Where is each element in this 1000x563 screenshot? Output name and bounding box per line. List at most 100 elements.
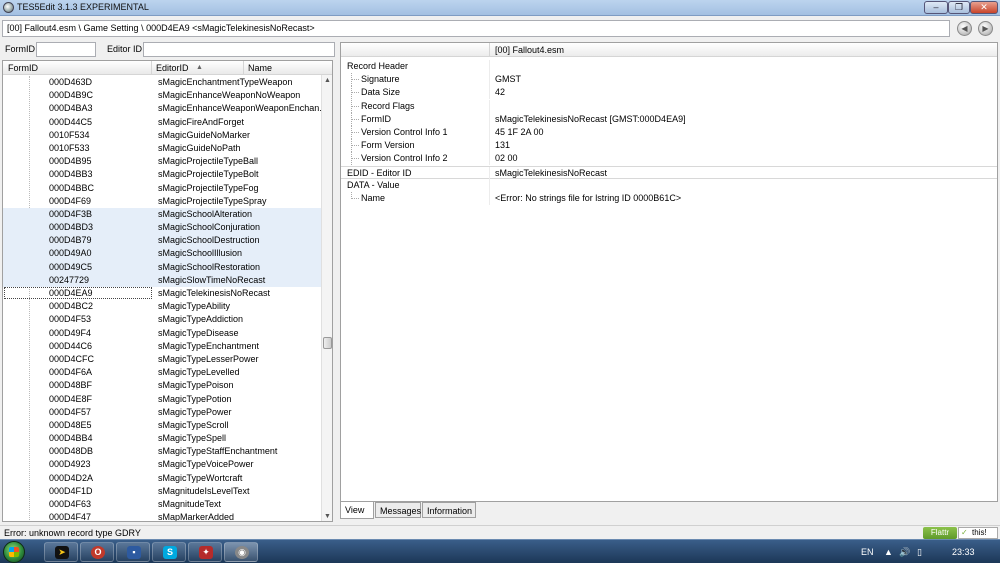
tree-row[interactable]: 000D44C6 sMagicTypeEnchantment bbox=[3, 340, 321, 353]
tray-arrow-icon[interactable]: ▲ bbox=[884, 547, 893, 557]
view-row[interactable]: FormID sMagicTelekinesisNoRecast [GMST:00… bbox=[341, 112, 997, 126]
tree-row[interactable]: 000D4F57 sMagicTypePower bbox=[3, 406, 321, 419]
tree-row[interactable]: 000D44C5 sMagicFireAndForget bbox=[3, 116, 321, 129]
scroll-down-icon[interactable]: ▼ bbox=[322, 511, 332, 521]
tree-row[interactable]: 000D4EA9 sMagicTelekinesisNoRecast bbox=[3, 287, 321, 300]
path-field[interactable]: [00] Fallout4.esm \ Game Setting \ 000D4… bbox=[2, 20, 950, 37]
view-row[interactable]: Name <Error: No strings file for lstring … bbox=[341, 192, 997, 205]
flattr-this-button[interactable]: this! bbox=[958, 527, 998, 539]
tree-guide-line bbox=[351, 158, 359, 160]
tree-guide-line bbox=[351, 145, 359, 147]
taskbar-app-tes5edit[interactable]: ◉ bbox=[224, 542, 258, 562]
tree-row[interactable]: 000D48E5 sMagicTypeScroll bbox=[3, 419, 321, 432]
view-row[interactable]: Record Header bbox=[341, 60, 997, 73]
tree-row[interactable]: 000D4F3B sMagicSchoolAlteration bbox=[3, 207, 321, 222]
tree-row[interactable]: 000D4E8F sMagicTypePotion bbox=[3, 393, 321, 406]
view-row[interactable]: Version Control Info 2 02 00 bbox=[341, 152, 997, 166]
tree-row[interactable]: 000D4BC2 sMagicTypeAbility bbox=[3, 300, 321, 313]
tree-row[interactable]: 000D4F6A sMagicTypeLevelled bbox=[3, 366, 321, 379]
row-formid: 000D4923 bbox=[49, 459, 91, 470]
taskbar-app-3[interactable]: ▪ bbox=[116, 542, 150, 562]
tree-row[interactable]: 000D4B9C sMagicEnhanceWeaponNoWeapon bbox=[3, 89, 321, 102]
tab-view[interactable]: View bbox=[340, 502, 374, 519]
tree-row[interactable]: 000D4B79 sMagicSchoolDestruction bbox=[3, 234, 321, 248]
view-row[interactable]: Signature GMST bbox=[341, 73, 997, 87]
tree-row[interactable]: 000D48BF sMagicTypePoison bbox=[3, 379, 321, 392]
row-formid: 000D49F4 bbox=[49, 327, 92, 338]
tree-row[interactable]: 000D4BD3 sMagicSchoolConjuration bbox=[3, 221, 321, 235]
tree-row[interactable]: 00247729 sMagicSlowTimeNoRecast bbox=[3, 273, 321, 287]
status-bar: Error: unknown record type GDRY Flattr t… bbox=[0, 525, 1000, 539]
tree-row[interactable]: 000D4F69 sMagicProjectileTypeSpray bbox=[3, 195, 321, 208]
forward-arrow-icon[interactable]: ▶ bbox=[978, 21, 993, 36]
close-button[interactable]: ✕ bbox=[970, 1, 998, 14]
language-indicator[interactable]: EN bbox=[861, 547, 874, 557]
clock[interactable]: 23:33 bbox=[952, 547, 975, 557]
view-row[interactable]: DATA - Value bbox=[341, 178, 997, 192]
tree-row[interactable]: 000D48DB sMagicTypeStaffEnchantment bbox=[3, 445, 321, 458]
scroll-thumb[interactable] bbox=[323, 337, 332, 349]
row-editorid: sMagicTypeLevelled bbox=[158, 367, 240, 378]
view-row[interactable]: EDID - Editor ID sMagicTelekinesisNoRecas… bbox=[341, 165, 997, 180]
field-value: 131 bbox=[495, 140, 511, 151]
row-formid: 000D4B9C bbox=[49, 90, 94, 101]
editorid-filter-input[interactable] bbox=[143, 42, 335, 57]
tree-row[interactable]: 000D49A0 sMagicSchoolIllusion bbox=[3, 247, 321, 261]
row-editorid: sMagnitudeIsLevelText bbox=[158, 485, 250, 496]
file-column-header[interactable]: [00] Fallout4.esm bbox=[495, 45, 564, 55]
taskbar-app-5[interactable]: ✦ bbox=[188, 542, 222, 562]
row-formid: 000D48DB bbox=[49, 446, 94, 457]
column-header-editorid[interactable]: EditorID bbox=[156, 63, 189, 73]
tree-row[interactable]: 000D4923 sMagicTypeVoicePower bbox=[3, 458, 321, 471]
tree-row[interactable]: 000D4B95 sMagicProjectileTypeBall bbox=[3, 155, 321, 168]
row-formid: 000D463D bbox=[49, 77, 93, 87]
tree-row[interactable]: 000D4F1D sMagnitudeIsLevelText bbox=[3, 485, 321, 498]
column-header-name[interactable]: Name bbox=[248, 63, 272, 73]
network-icon[interactable]: ▯ bbox=[917, 547, 922, 558]
taskbar-app-2[interactable]: O bbox=[80, 542, 114, 562]
column-separator bbox=[489, 86, 490, 100]
flattr-button[interactable]: Flattr bbox=[923, 527, 957, 539]
record-tree[interactable]: FormID EditorID ▲ Name 000D463D sMagicEnc… bbox=[2, 60, 333, 522]
taskbar-app-4[interactable]: S bbox=[152, 542, 186, 562]
tree-row[interactable]: 000D4F47 sMapMarkerAdded bbox=[3, 511, 321, 522]
start-button[interactable] bbox=[3, 541, 25, 563]
tree-row[interactable]: 0010F534 sMagicGuideNoMarker bbox=[3, 129, 321, 142]
tree-header: FormID EditorID ▲ Name bbox=[3, 61, 332, 75]
view-row[interactable]: Data Size 42 bbox=[341, 86, 997, 100]
view-row[interactable]: Version Control Info 1 45 1F 2A 00 bbox=[341, 126, 997, 139]
field-label: FormID bbox=[361, 113, 391, 124]
tree-row[interactable]: 000D4BA3 sMagicEnhanceWeaponWeaponEnchan.… bbox=[3, 102, 323, 115]
tree-row[interactable]: 000D4F63 sMagnitudeText bbox=[3, 498, 321, 511]
column-separator bbox=[489, 152, 490, 166]
tab-information[interactable]: Information bbox=[422, 502, 476, 518]
taskbar-app-1[interactable]: ➤ bbox=[44, 542, 78, 562]
tree-row[interactable]: 000D49F4 sMagicTypeDisease bbox=[3, 327, 321, 340]
volume-icon[interactable]: 🔊 bbox=[899, 547, 910, 558]
tree-row[interactable]: 000D4D2A sMagicTypeWortcraft bbox=[3, 472, 321, 485]
tree-row[interactable]: 000D4BB3 sMagicProjectileTypeBolt bbox=[3, 168, 321, 181]
row-formid: 000D4BC2 bbox=[49, 301, 94, 312]
tree-row[interactable]: 000D4F53 sMagicTypeAddiction bbox=[3, 313, 321, 326]
view-row[interactable]: Form Version 131 bbox=[341, 139, 997, 153]
tab-messages[interactable]: Messages bbox=[375, 502, 421, 518]
column-header-formid[interactable]: FormID bbox=[8, 63, 38, 73]
minimize-button[interactable]: – bbox=[924, 1, 948, 14]
tree-row[interactable]: 000D49C5 sMagicSchoolRestoration bbox=[3, 260, 321, 274]
maximize-button[interactable]: ❐ bbox=[948, 1, 970, 14]
back-arrow-icon[interactable]: ◀ bbox=[957, 21, 972, 36]
tree-row[interactable]: 000D4BBC sMagicProjectileTypeFog bbox=[3, 182, 321, 195]
editorid-filter-label: Editor ID bbox=[107, 44, 143, 54]
formid-filter-input[interactable] bbox=[36, 42, 96, 57]
tree-scrollbar[interactable]: ▲ ▼ bbox=[321, 75, 332, 521]
tree-row[interactable]: 000D463D sMagicEnchantmentTypeWeapon bbox=[3, 76, 321, 89]
scroll-up-icon[interactable]: ▲ bbox=[322, 75, 332, 86]
record-view[interactable]: [00] Fallout4.esm Record Header Signature… bbox=[340, 42, 998, 502]
tree-row[interactable]: 0010F533 sMagicGuideNoPath bbox=[3, 142, 321, 155]
row-editorid: sMapMarkerAdded bbox=[158, 512, 235, 522]
tree-row[interactable]: 000D4BB4 sMagicTypeSpell bbox=[3, 432, 321, 445]
row-editorid: sMagicTypeAbility bbox=[158, 301, 231, 312]
tree-row[interactable]: 000D4CFC sMagicTypeLesserPower bbox=[3, 353, 321, 366]
column-separator bbox=[489, 99, 490, 113]
view-row[interactable]: Record Flags bbox=[341, 99, 997, 113]
